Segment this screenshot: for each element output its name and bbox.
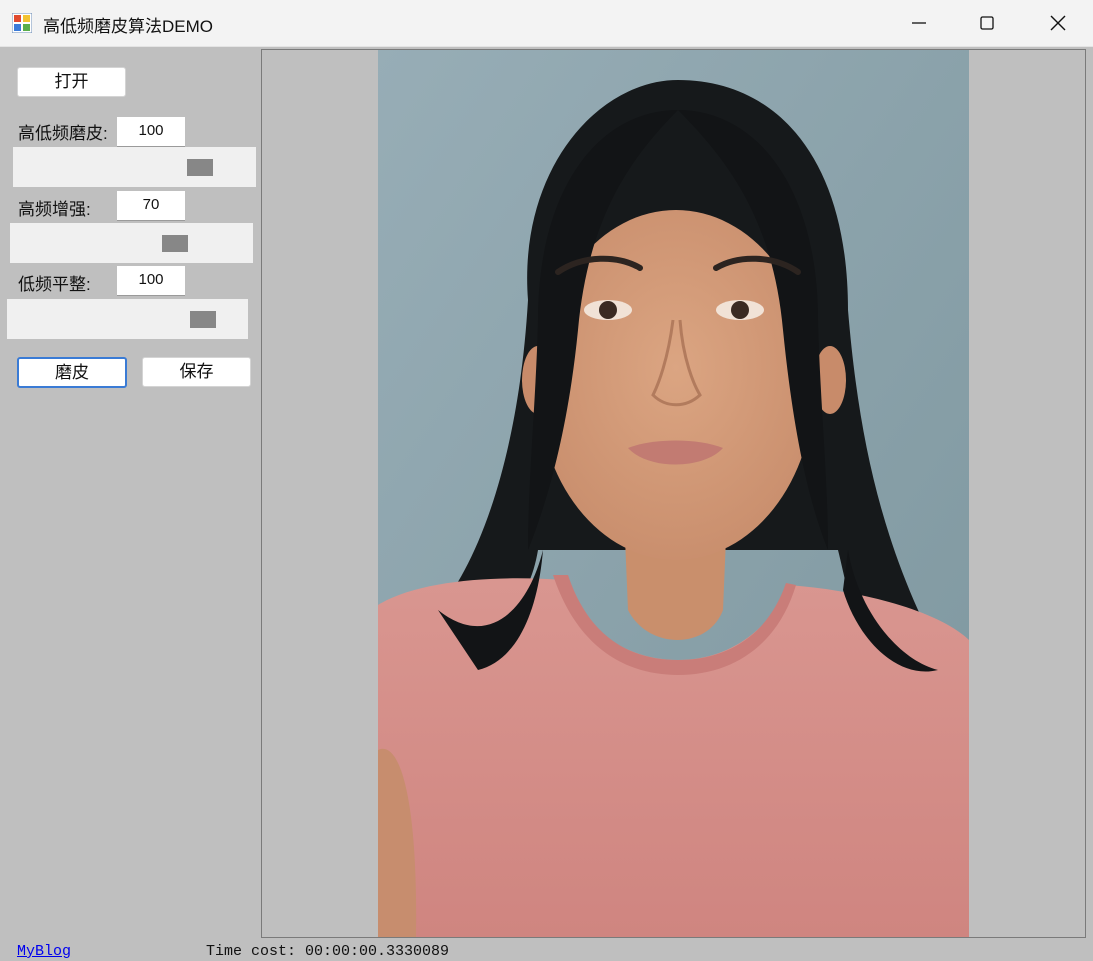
close-button[interactable] — [1023, 0, 1093, 46]
minimize-icon — [912, 22, 926, 24]
myblog-link[interactable]: MyBlog — [17, 943, 71, 960]
image-display — [261, 49, 1086, 938]
app-icon — [11, 12, 33, 34]
title-bar[interactable]: 高低频磨皮算法DEMO — [0, 0, 1093, 47]
save-button[interactable]: 保存 — [142, 357, 251, 387]
app-window: 高低频磨皮算法DEMO 打开 高低频磨皮: 100 高频增强: 70 低频平整:… — [0, 0, 1093, 961]
open-button[interactable]: 打开 — [17, 67, 126, 97]
time-cost-status: Time cost: 00:00:00.3330089 — [206, 943, 450, 960]
high-freq-enhance-label: 高频增强: — [18, 200, 91, 219]
close-icon — [1050, 15, 1066, 31]
smoothing-label: 高低频磨皮: — [18, 124, 108, 143]
low-freq-flatten-slider[interactable] — [7, 299, 248, 339]
low-freq-flatten-slider-thumb[interactable] — [190, 311, 216, 328]
high-freq-enhance-slider[interactable] — [10, 223, 253, 263]
smoothing-slider-thumb[interactable] — [187, 159, 213, 176]
maximize-icon — [980, 16, 994, 30]
smoothing-value-input[interactable]: 100 — [117, 117, 185, 147]
portrait-photo — [378, 50, 969, 937]
low-freq-flatten-input[interactable]: 100 — [117, 266, 185, 296]
low-freq-flatten-label: 低频平整: — [18, 275, 91, 294]
smoothing-slider[interactable] — [13, 147, 256, 187]
maximize-button[interactable] — [952, 0, 1022, 46]
high-freq-enhance-slider-thumb[interactable] — [162, 235, 188, 252]
smooth-button[interactable]: 磨皮 — [17, 357, 127, 388]
window-title: 高低频磨皮算法DEMO — [43, 17, 213, 36]
minimize-button[interactable] — [884, 0, 954, 46]
high-freq-enhance-input[interactable]: 70 — [117, 191, 185, 221]
